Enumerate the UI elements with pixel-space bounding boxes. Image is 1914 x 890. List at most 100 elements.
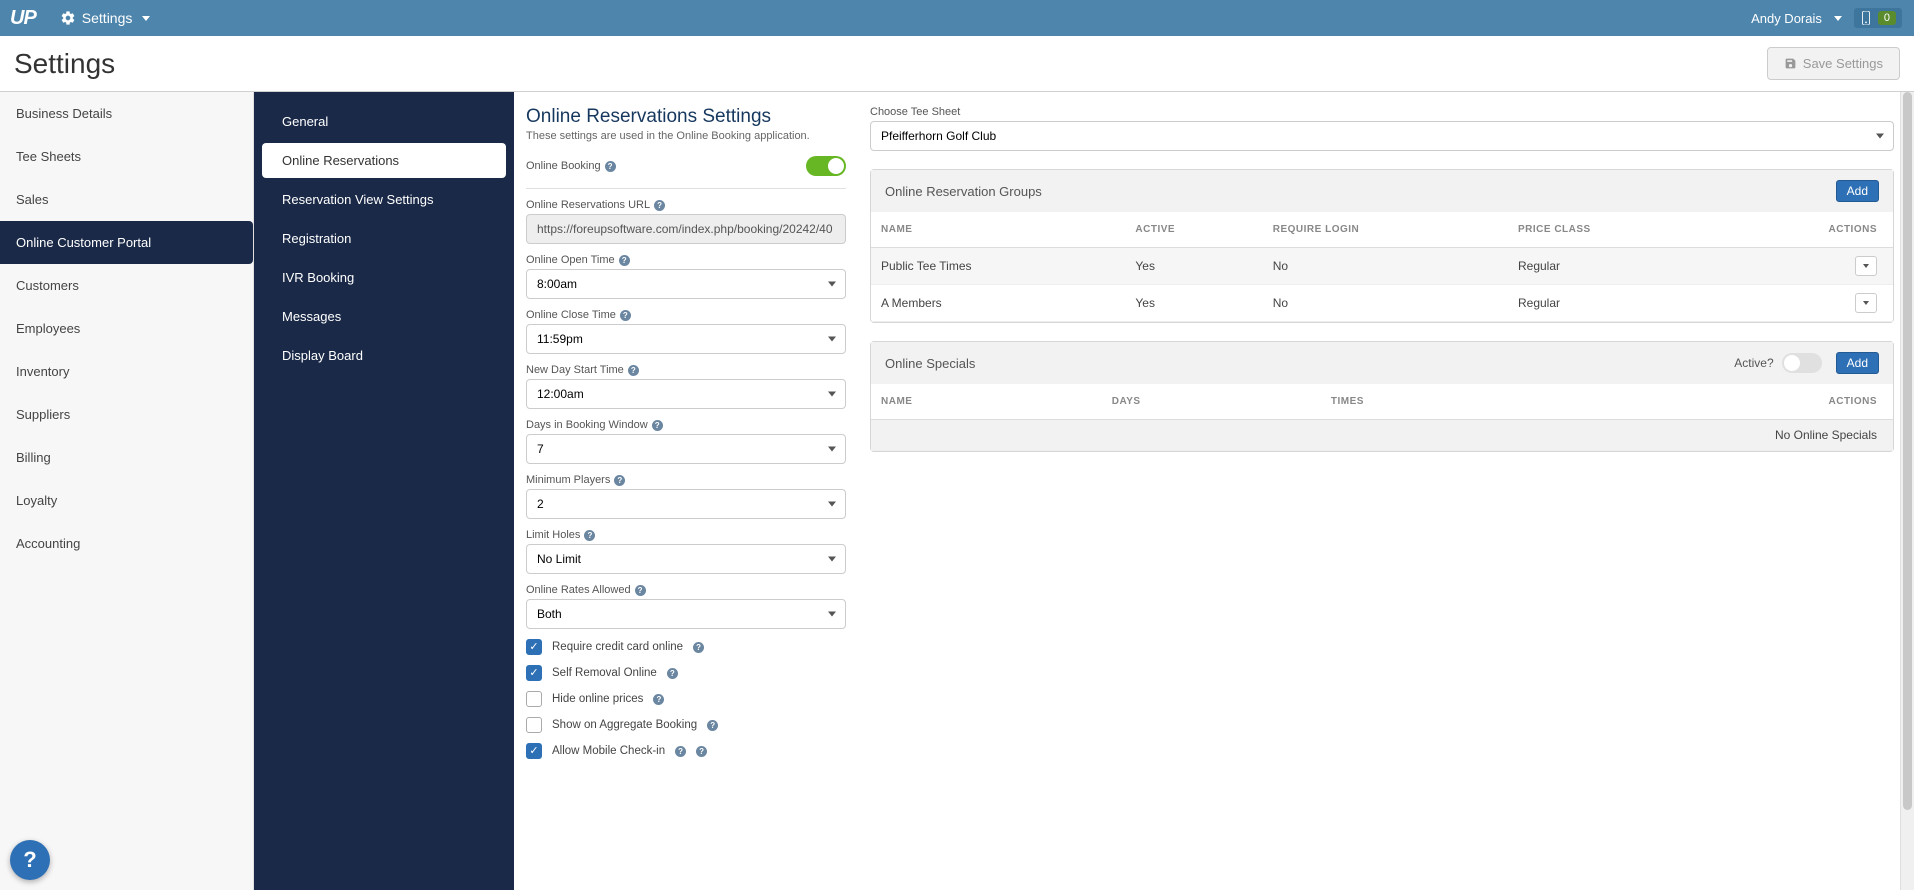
help-icon[interactable]: ?: [584, 530, 595, 541]
url-input[interactable]: [526, 214, 846, 244]
subsidebar-item-online-reservations[interactable]: Online Reservations: [262, 143, 506, 178]
save-button-label: Save Settings: [1803, 56, 1883, 71]
checkbox-self-removal[interactable]: Self Removal Online ?: [526, 665, 846, 681]
sidebar-item-inventory[interactable]: Inventory: [0, 350, 253, 393]
sidebar-item-billing[interactable]: Billing: [0, 436, 253, 479]
url-label: Online Reservations URL?: [526, 199, 846, 211]
rates-allowed-label: Online Rates Allowed?: [526, 584, 846, 596]
reservation-groups-panel: Online Reservation Groups Add NAME ACTIV…: [870, 169, 1894, 323]
open-time-label: Online Open Time?: [526, 254, 846, 266]
th-name: NAME: [871, 212, 1125, 248]
tee-sheet-label: Choose Tee Sheet: [870, 106, 1894, 118]
close-time-label: Online Close Time?: [526, 309, 846, 321]
subsidebar-item-ivr-booking[interactable]: IVR Booking: [262, 260, 506, 295]
subsidebar-item-general[interactable]: General: [262, 104, 506, 139]
checkbox-icon: [526, 639, 542, 655]
checkbox-hide-prices[interactable]: Hide online prices ?: [526, 691, 846, 707]
settings-form-column: Online Reservations Settings These setti…: [526, 106, 846, 759]
checkbox-icon: [526, 665, 542, 681]
th-actions: ACTIONS: [1721, 212, 1893, 248]
sidebar-item-accounting[interactable]: Accounting: [0, 522, 253, 565]
checkbox-icon: [526, 717, 542, 733]
tee-sheet-select[interactable]: [870, 121, 1894, 151]
sidebar-item-employees[interactable]: Employees: [0, 307, 253, 350]
help-icon[interactable]: ?: [654, 200, 665, 211]
sidebar-item-sales[interactable]: Sales: [0, 178, 253, 221]
th-days: DAYS: [1102, 384, 1321, 420]
subsidebar-item-reservation-view-settings[interactable]: Reservation View Settings: [262, 182, 506, 217]
page-title-bar: Settings Save Settings: [0, 36, 1914, 92]
section-title: Online Reservations Settings: [526, 106, 846, 128]
sidebar-primary: Business Details Tee Sheets Sales Online…: [0, 92, 254, 890]
empty-row: No Online Specials: [871, 420, 1893, 451]
tee-sheet-select-wrapper: Choose Tee Sheet: [870, 106, 1894, 151]
page-title: Settings: [14, 48, 115, 80]
newday-start-label: New Day Start Time?: [526, 364, 846, 376]
sidebar-item-business-details[interactable]: Business Details: [0, 92, 253, 135]
help-icon[interactable]: ?: [675, 746, 686, 757]
add-group-button[interactable]: Add: [1836, 180, 1879, 202]
specials-panel-title: Online Specials: [885, 356, 975, 371]
help-icon[interactable]: ?: [605, 161, 616, 172]
help-icon[interactable]: ?: [707, 720, 718, 731]
groups-panel-title: Online Reservation Groups: [885, 184, 1042, 199]
row-action-button[interactable]: [1855, 293, 1877, 313]
newday-start-select[interactable]: [526, 379, 846, 409]
device-indicator[interactable]: 0: [1854, 8, 1902, 28]
specials-active-toggle[interactable]: [1782, 353, 1822, 373]
help-icon[interactable]: ?: [614, 475, 625, 486]
days-window-select[interactable]: [526, 434, 846, 464]
device-count: 0: [1878, 11, 1896, 25]
close-time-select[interactable]: [526, 324, 846, 354]
save-settings-button[interactable]: Save Settings: [1767, 47, 1900, 80]
checkbox-require-cc[interactable]: Require credit card online ?: [526, 639, 846, 655]
section-subtitle: These settings are used in the Online Bo…: [526, 130, 846, 142]
scrollbar[interactable]: [1900, 92, 1914, 890]
help-bubble[interactable]: ?: [10, 840, 50, 880]
subsidebar-item-registration[interactable]: Registration: [262, 221, 506, 256]
help-icon[interactable]: ?: [667, 668, 678, 679]
sidebar-item-loyalty[interactable]: Loyalty: [0, 479, 253, 522]
th-active: ACTIVE: [1125, 212, 1262, 248]
min-players-select[interactable]: [526, 489, 846, 519]
limit-holes-label: Limit Holes?: [526, 529, 846, 541]
sidebar-item-online-customer-portal[interactable]: Online Customer Portal: [0, 221, 253, 264]
help-icon[interactable]: ?: [693, 642, 704, 653]
user-menu[interactable]: Andy Dorais: [1751, 11, 1842, 26]
open-time-select[interactable]: [526, 269, 846, 299]
subsidebar-item-messages[interactable]: Messages: [262, 299, 506, 334]
checkbox-icon: [526, 743, 542, 759]
online-specials-header: Online Specials Active? Add: [871, 342, 1893, 384]
top-menu-settings[interactable]: Settings: [60, 10, 151, 26]
reservation-groups-header: Online Reservation Groups Add: [871, 170, 1893, 212]
phone-icon: [1860, 11, 1872, 25]
limit-holes-select[interactable]: [526, 544, 846, 574]
subsidebar-item-display-board[interactable]: Display Board: [262, 338, 506, 373]
content: Online Reservations Settings These setti…: [514, 92, 1914, 890]
row-action-button[interactable]: [1855, 256, 1877, 276]
sidebar-item-suppliers[interactable]: Suppliers: [0, 393, 253, 436]
main: Business Details Tee Sheets Sales Online…: [0, 92, 1914, 890]
help-icon[interactable]: ?: [652, 420, 663, 431]
th-times: TIMES: [1321, 384, 1559, 420]
groups-table: NAME ACTIVE REQUIRE LOGIN PRICE CLASS AC…: [871, 212, 1893, 322]
help-icon[interactable]: ?: [620, 310, 631, 321]
help-icon[interactable]: ?: [653, 694, 664, 705]
help-icon[interactable]: ?: [635, 585, 646, 596]
online-booking-toggle[interactable]: [806, 156, 846, 176]
help-icon[interactable]: ?: [619, 255, 630, 266]
checkbox-mobile-checkin[interactable]: Allow Mobile Check-in ? ?: [526, 743, 846, 759]
help-icon[interactable]: ?: [628, 365, 639, 376]
sidebar-item-customers[interactable]: Customers: [0, 264, 253, 307]
th-priceclass: PRICE CLASS: [1508, 212, 1721, 248]
rates-allowed-select[interactable]: [526, 599, 846, 629]
topbar: UP Settings Andy Dorais 0: [0, 0, 1914, 36]
table-row: Public Tee Times Yes No Regular: [871, 248, 1893, 285]
help-icon[interactable]: ?: [696, 746, 707, 757]
checkbox-icon: [526, 691, 542, 707]
add-special-button[interactable]: Add: [1836, 352, 1879, 374]
th-requirelogin: REQUIRE LOGIN: [1263, 212, 1508, 248]
sidebar-item-tee-sheets[interactable]: Tee Sheets: [0, 135, 253, 178]
save-icon: [1784, 57, 1797, 70]
checkbox-aggregate-booking[interactable]: Show on Aggregate Booking ?: [526, 717, 846, 733]
